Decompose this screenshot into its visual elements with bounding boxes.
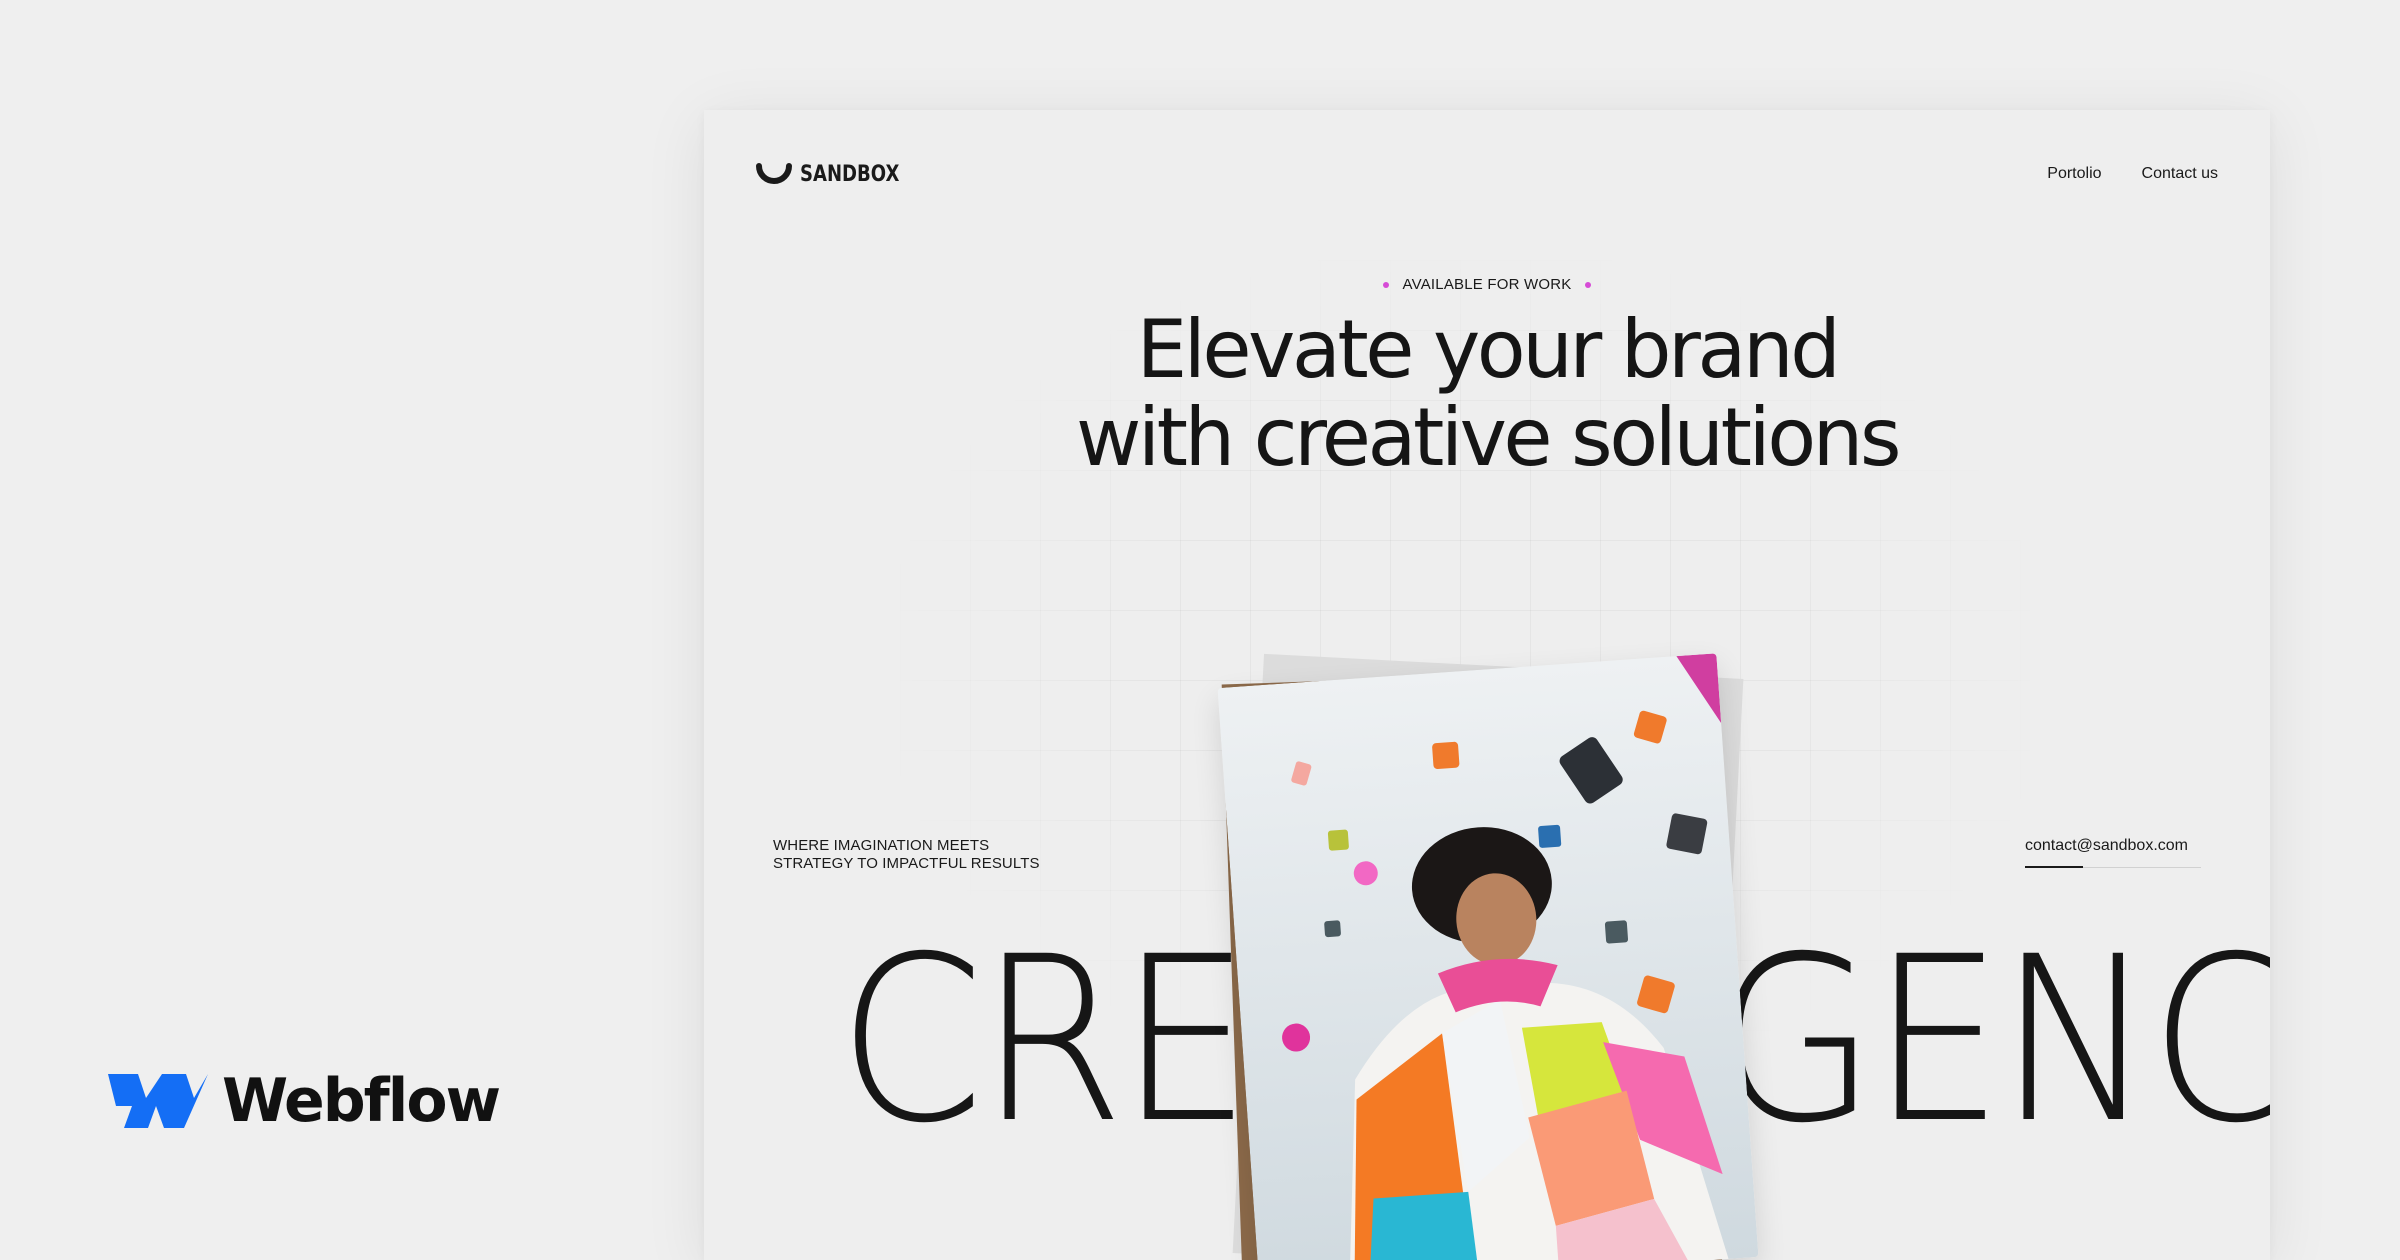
contact-email-link[interactable]: contact@sandbox.com xyxy=(2025,837,2201,868)
marquee-text-right: GENC xyxy=(1714,910,2270,1170)
webflow-wordmark: Webflow xyxy=(222,1066,501,1136)
headline-line-1: Elevate your brand xyxy=(1136,303,1841,396)
hero-tagline: WHERE IMAGINATION MEETS STRATEGY TO IMPA… xyxy=(773,837,1040,873)
availability-status: AVAILABLE FOR WORK xyxy=(704,276,2270,293)
smile-arc-icon xyxy=(756,161,792,187)
site-logo-text: SANDBOX xyxy=(800,161,900,187)
status-dot-icon xyxy=(1585,281,1592,288)
site-logo[interactable]: SANDBOX xyxy=(756,161,921,187)
tagline-line-1: WHERE IMAGINATION MEETS xyxy=(773,837,990,854)
nav-link-portfolio[interactable]: Portolio xyxy=(2047,165,2101,183)
status-dot-icon xyxy=(1382,281,1389,288)
webflow-brand: Webflow xyxy=(108,1066,501,1136)
hero-photo xyxy=(1217,653,1759,1260)
nav-link-contact[interactable]: Contact us xyxy=(2142,165,2218,183)
site-preview: SANDBOX Portolio Contact us AVAILABLE FO… xyxy=(704,110,2270,1260)
contact-email[interactable]: contact@sandbox.com xyxy=(2025,837,2201,855)
headline-line-2: with creative solutions xyxy=(1075,391,1902,484)
webflow-logo-icon xyxy=(108,1070,208,1132)
hero-photo-stack xyxy=(1212,653,1759,1260)
nav-links: Portolio Contact us xyxy=(2047,165,2218,183)
contact-underline xyxy=(2025,866,2201,868)
site-nav: SANDBOX Portolio Contact us xyxy=(756,146,2218,202)
hero-headline: Elevate your brand with creative solutio… xyxy=(704,306,2270,482)
tagline-line-2: STRATEGY TO IMPACTFUL RESULTS xyxy=(773,855,1040,872)
availability-label: AVAILABLE FOR WORK xyxy=(1402,276,1572,293)
